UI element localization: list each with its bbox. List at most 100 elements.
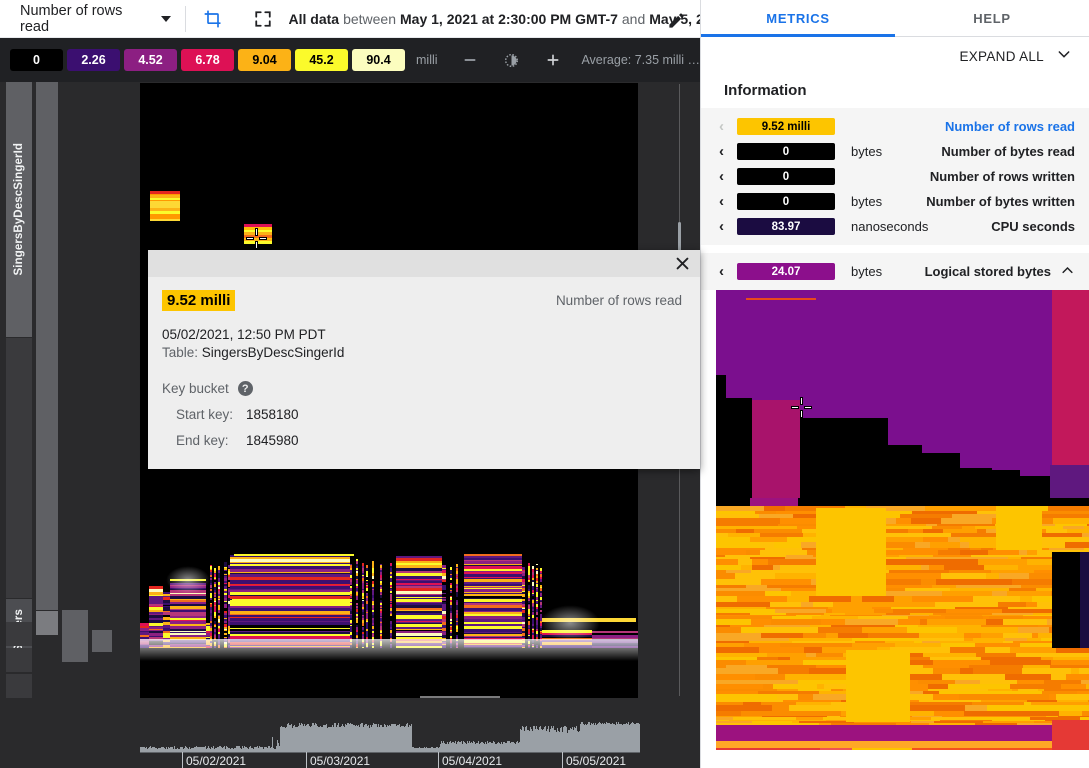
metric-row[interactable]: ‹0bytesNumber of bytes written [701,189,1089,214]
detail-heatmap-cell [1052,720,1089,750]
plus-icon[interactable] [543,49,563,71]
tooltip-value-row: 9.52 milli Number of rows read [162,290,682,311]
chevron-left-icon[interactable]: ‹ [719,168,735,185]
metric-row[interactable]: ‹0 bytes Number of bytes read [701,139,1089,164]
tree-node-child-b[interactable] [36,611,58,635]
legend-swatch[interactable]: 4.52 [124,49,177,71]
detail-heatmap-cell [726,398,752,505]
legend-average: Average: 7.35 milli … [581,53,700,67]
metric-detail-canvas [716,290,1089,750]
crop-icon[interactable] [199,5,227,33]
panel-section-title: Information [701,75,1089,108]
tree-node-singersbydescsingerid[interactable]: SingersByDescSingerId [6,82,32,337]
horizontal-scrollbar-thumb[interactable] [420,696,500,698]
expand-all-button[interactable]: EXPAND ALL [701,37,1089,75]
tree-column-0[interactable]: SingersByDescSingerId Singers [6,82,32,700]
tooltip-table-name: SingersByDescSingerId [202,345,345,360]
chevron-left-icon[interactable]: ‹ [719,263,735,280]
timeline-tick-label: 05/02/2021 [186,754,246,768]
chevron-up-icon[interactable] [1060,263,1075,281]
heatmap-glow [166,566,210,594]
legend-swatch[interactable]: 6.78 [181,49,234,71]
tree-node-grandchild-b[interactable] [92,630,112,652]
close-icon[interactable] [671,252,693,274]
timeline-tick-mark [306,752,307,768]
metric-unit: bytes [851,144,882,159]
metric-group: ‹24.07bytesLogical stored bytes [701,253,1089,290]
legend-swatches: 02.264.526.789.0445.290.4 [10,49,405,71]
tooltip-end-key-value: 1845980 [246,433,299,448]
time-range-display[interactable]: All data between May 1, 2021 at 2:30:00 … [289,11,701,27]
metric-name[interactable]: Number of bytes written [926,194,1075,209]
chevron-left-icon[interactable]: ‹ [719,118,735,135]
metric-row[interactable]: ‹0 Number of rows written [701,164,1089,189]
tooltip-table-row: Table: SingersByDescSingerId [162,345,682,360]
metric-row[interactable]: ‹24.07bytesLogical stored bytes [701,259,1089,284]
detail-heatmap-cell [746,298,816,300]
visualizer-pane: Number of rows read All data between May… [0,0,700,768]
tooltip-start-key-row: Start key: 1858180 [176,407,682,422]
chevron-left-icon[interactable]: ‹ [719,143,735,160]
detail-heatmap-cell [846,650,910,722]
tree-node-leaf-2[interactable] [6,648,32,672]
tooltip-header [148,250,700,277]
tree-column-1[interactable] [36,82,58,700]
metric-value-pill: 0 [737,143,835,160]
timeline-tick-mark [182,752,183,768]
tree-node-leaf-3[interactable] [6,674,32,698]
metric-name[interactable]: Number of rows read [945,119,1075,134]
timeline-sparkline [140,708,640,752]
metric-name[interactable]: Number of bytes read [941,144,1075,159]
minus-icon[interactable] [460,49,480,71]
metric-row[interactable]: ‹9.52 milli Number of rows read [701,114,1089,139]
legend-swatch[interactable]: 9.04 [238,49,291,71]
metric-name[interactable]: Logical stored bytes [925,264,1051,279]
tree-node-child-a[interactable] [36,82,58,610]
contrast-icon[interactable] [502,49,522,71]
tree-column-2[interactable] [62,82,88,700]
legend-swatch[interactable]: 2.26 [67,49,120,71]
legend-swatch[interactable]: 45.2 [295,49,348,71]
timeline-bar [639,724,640,752]
tree-node-leaf-1[interactable] [6,622,32,646]
tab-metrics[interactable]: METRICS [701,0,895,36]
tooltip-end-key-label: End key: [176,433,240,448]
tooltip-start-key-label: Start key: [176,407,240,422]
pencil-icon[interactable] [662,6,690,34]
metric-detail-heatmap[interactable] [716,290,1089,750]
panel-tabs: METRICSHELP [701,0,1089,37]
key-visualizer-app: Number of rows read All data between May… [0,0,1089,768]
fullscreen-icon[interactable] [249,5,277,33]
help-icon[interactable]: ? [238,381,253,396]
tooltip-popup[interactable]: 9.52 milli Number of rows read 05/02/202… [148,250,700,469]
metric-name[interactable]: Number of rows written [930,169,1075,184]
tab-help[interactable]: HELP [895,0,1089,36]
legend-swatch[interactable]: 90.4 [352,49,405,71]
tree-column-3[interactable] [92,82,112,700]
metric-row[interactable]: ‹83.97nanosecondsCPU seconds [701,214,1089,239]
color-legend: 02.264.526.789.0445.290.4 milli Average:… [0,38,700,82]
timeline-tick-mark [562,752,563,768]
metric-dropdown[interactable]: Number of rows read [20,0,171,38]
toolbar: Number of rows read All data between May… [0,0,700,38]
timeline-overview[interactable]: 05/02/202105/03/202105/04/202105/05/2021 [0,700,700,768]
tree-node-grandchild-a[interactable] [62,610,88,662]
metric-name[interactable]: CPU seconds [991,219,1075,234]
tooltip-table-label: Table: [162,345,198,360]
heatmap-cell [234,554,354,556]
legend-swatch[interactable]: 0 [10,49,63,71]
detail-heatmap-cell [820,748,854,750]
chevron-left-icon[interactable]: ‹ [719,193,735,210]
metric-value-pill: 9.52 milli [737,118,835,135]
tooltip-end-key-row: End key: 1845980 [176,433,682,448]
metric-value-pill: 0 [737,168,835,185]
detail-heatmap-cell [912,748,1052,750]
legend-unit: milli [416,53,438,67]
detail-heatmap-cell [750,498,798,506]
chevron-left-icon[interactable]: ‹ [719,218,735,235]
tree-node-spacer-a[interactable] [6,338,32,598]
metric-unit: nanoseconds [851,219,928,234]
detail-heatmap-cell [996,506,1042,550]
metric-value-pill: 0 [737,193,835,210]
range-and-label: and [622,11,645,27]
